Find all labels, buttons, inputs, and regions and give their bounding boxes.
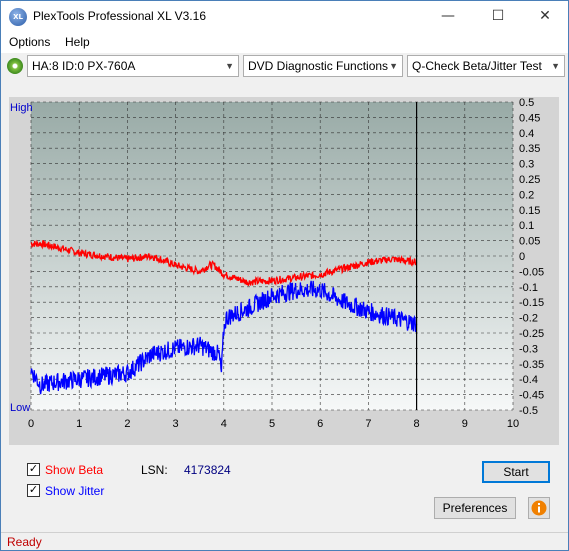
window-title: PlexTools Professional XL V3.16 <box>33 9 206 23</box>
x-tick-label: 7 <box>365 418 371 430</box>
minimize-button[interactable]: — <box>425 1 471 32</box>
x-tick-label: 3 <box>173 418 179 430</box>
y-tick-label: -0.15 <box>519 297 544 309</box>
test-select-value: Q-Check Beta/Jitter Test <box>412 59 542 73</box>
close-button[interactable]: ✕ <box>522 1 568 32</box>
y-tick-label: -0.45 <box>519 390 544 402</box>
axis-low-label: Low <box>10 402 30 414</box>
title-bar: XL PlexTools Professional XL V3.16 — ☐ ✕ <box>1 1 568 32</box>
y-tick-label: 0 <box>519 251 525 263</box>
y-tick-label: -0.5 <box>519 405 538 417</box>
y-tick-label: -0.1 <box>519 282 538 294</box>
show-beta-checkbox[interactable]: ✓ <box>27 463 40 476</box>
menu-help[interactable]: Help <box>65 35 90 49</box>
y-tick-label: 0.15 <box>519 205 540 217</box>
status-bar: Ready <box>1 532 568 550</box>
menu-bar: Options Help <box>1 32 568 53</box>
x-tick-label: 10 <box>507 418 519 430</box>
x-tick-label: 2 <box>124 418 130 430</box>
x-tick-label: 5 <box>269 418 275 430</box>
y-tick-label: 0.35 <box>519 143 540 155</box>
y-tick-label: 0.4 <box>519 128 534 140</box>
y-tick-label: 0.45 <box>519 112 540 124</box>
disc-icon <box>7 58 23 74</box>
function-select-value: DVD Diagnostic Functions <box>248 59 389 73</box>
beta-jitter-chart: 0.5 0.45 0.4 0.35 0.3 0.25 0.2 0.15 0.1 0.05 0 -0.0… <box>10 97 544 430</box>
info-icon <box>531 500 547 516</box>
start-button[interactable]: Start <box>482 461 550 483</box>
y-tick-label: -0.4 <box>519 374 538 386</box>
show-jitter-label[interactable]: Show Jitter <box>45 484 104 498</box>
lsn-label: LSN: <box>141 463 168 477</box>
y-tick-label: -0.05 <box>519 266 544 278</box>
y-tick-label: 0.3 <box>519 159 534 171</box>
y-tick-label: -0.2 <box>519 313 538 325</box>
x-tick-label: 6 <box>317 418 323 430</box>
show-beta-label[interactable]: Show Beta <box>45 463 103 477</box>
maximize-button[interactable]: ☐ <box>475 1 521 32</box>
chevron-down-icon: ▼ <box>225 61 234 71</box>
y-tick-label: 0.1 <box>519 220 534 232</box>
y-tick-label: -0.25 <box>519 328 544 340</box>
drive-select-value: HA:8 ID:0 PX-760A <box>32 59 136 73</box>
chart-panel: 0.5 0.45 0.4 0.35 0.3 0.25 0.2 0.15 0.1 0.05 0 -0.0… <box>9 97 559 445</box>
x-tick-label: 8 <box>414 418 420 430</box>
y-tick-label: -0.3 <box>519 343 538 355</box>
toolbar: HA:8 ID:0 PX-760A ▼ DVD Diagnostic Funct… <box>1 53 568 79</box>
x-tick-label: 1 <box>76 418 82 430</box>
y-tick-label: 0.05 <box>519 236 540 248</box>
controls-panel: ✓ Show Beta ✓ Show Jitter LSN: 4173824 S… <box>9 453 559 525</box>
chevron-down-icon: ▼ <box>551 61 560 71</box>
test-select[interactable]: Q-Check Beta/Jitter Test ▼ <box>407 55 565 77</box>
y-tick-label: 0.25 <box>519 174 540 186</box>
show-jitter-checkbox[interactable]: ✓ <box>27 484 40 497</box>
check-icon: ✓ <box>28 463 39 475</box>
x-tick-label: 4 <box>221 418 227 430</box>
axis-high-label: High <box>10 102 33 114</box>
menu-options[interactable]: Options <box>9 35 50 49</box>
status-text: Ready <box>7 535 42 549</box>
app-icon: XL <box>9 8 27 26</box>
preferences-button[interactable]: Preferences <box>434 497 516 519</box>
main-window: XL PlexTools Professional XL V3.16 — ☐ ✕… <box>0 0 569 551</box>
info-button[interactable] <box>528 497 550 519</box>
check-icon: ✓ <box>28 484 39 496</box>
x-tick-label: 9 <box>462 418 468 430</box>
lsn-value: 4173824 <box>184 463 231 477</box>
function-select[interactable]: DVD Diagnostic Functions ▼ <box>243 55 403 77</box>
y-tick-label: 0.2 <box>519 189 534 201</box>
chevron-down-icon: ▼ <box>389 61 398 71</box>
drive-select[interactable]: HA:8 ID:0 PX-760A ▼ <box>27 55 239 77</box>
x-tick-label: 0 <box>28 418 34 430</box>
y-tick-label: -0.35 <box>519 359 544 371</box>
y-tick-label: 0.5 <box>519 97 534 109</box>
